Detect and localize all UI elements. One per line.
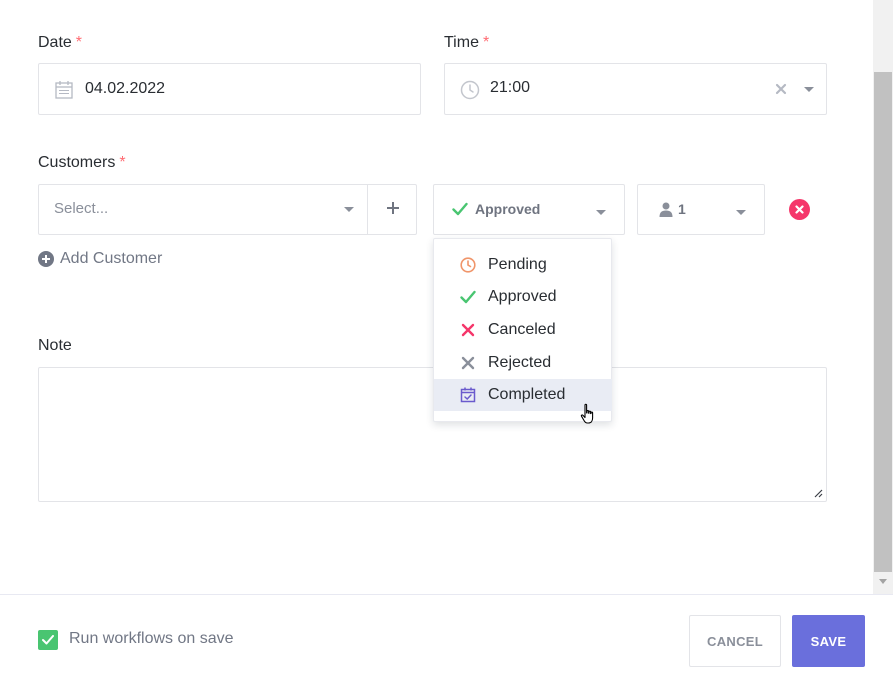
option-label: Completed (488, 386, 566, 403)
customer-count-select[interactable]: 1 (637, 184, 765, 235)
remove-customer-button[interactable] (789, 199, 810, 220)
customer-status-select[interactable]: Approved (433, 184, 625, 235)
required-mark: * (75, 34, 83, 51)
check-icon (460, 290, 476, 304)
add-customer-label: Add Customer (60, 250, 163, 267)
status-option-approved[interactable]: Approved (434, 281, 612, 313)
save-button[interactable]: SAVE (792, 615, 865, 667)
clock-icon (460, 257, 476, 273)
time-value: 21:00 (490, 79, 531, 96)
status-option-canceled[interactable]: Canceled (434, 314, 612, 346)
customer-select-placeholder: Select... (54, 200, 109, 217)
run-workflows-checkbox[interactable] (38, 630, 58, 650)
status-dropdown-menu: Pending Approved Canceled Rejected Compl… (433, 238, 612, 422)
status-option-pending[interactable]: Pending (434, 249, 612, 281)
note-label: Note (38, 337, 72, 354)
check-icon (42, 635, 54, 645)
date-input[interactable]: 04.02.2022 (38, 63, 421, 115)
chevron-down-icon (596, 210, 606, 215)
hand-cursor-icon (580, 403, 594, 424)
date-label: Date * (38, 34, 83, 51)
chevron-down-icon[interactable] (804, 87, 814, 92)
required-mark: * (119, 154, 126, 171)
option-label: Canceled (488, 321, 556, 338)
option-label: Rejected (488, 354, 552, 371)
clock-icon (460, 80, 480, 100)
plus-circle-icon (38, 251, 54, 267)
plus-icon (387, 202, 399, 214)
modal-footer: Run workflows on save CANCEL SAVE (0, 594, 893, 680)
time-select[interactable]: 21:00 (444, 63, 827, 115)
scrollbar-thumb[interactable] (874, 72, 892, 572)
cancel-button[interactable]: CANCEL (689, 615, 781, 667)
time-label: Time * (444, 34, 490, 51)
add-new-customer-button[interactable] (367, 184, 417, 235)
count-value: 1 (678, 201, 686, 217)
clear-icon[interactable] (774, 82, 788, 96)
scroll-down-arrow-icon[interactable] (879, 579, 887, 584)
customers-label: Customers * (38, 154, 126, 171)
status-value: Approved (475, 201, 541, 217)
close-icon (795, 205, 804, 214)
check-icon (452, 202, 468, 216)
run-workflows-label[interactable]: Run workflows on save (69, 630, 234, 648)
option-label: Approved (488, 288, 557, 305)
status-option-rejected[interactable]: Rejected (434, 347, 612, 379)
chevron-down-icon (344, 207, 354, 212)
x-icon (461, 323, 475, 337)
customer-select[interactable]: Select... (38, 184, 368, 235)
date-value: 04.02.2022 (85, 80, 166, 97)
add-customer-link[interactable]: Add Customer (38, 249, 162, 269)
resize-handle-icon[interactable] (814, 489, 823, 498)
calendar-icon (55, 81, 73, 99)
user-icon (659, 202, 673, 217)
chevron-down-icon (736, 210, 746, 215)
calendar-check-icon (460, 387, 476, 403)
required-mark: * (482, 34, 490, 51)
option-label: Pending (488, 256, 547, 273)
x-icon (461, 356, 475, 370)
